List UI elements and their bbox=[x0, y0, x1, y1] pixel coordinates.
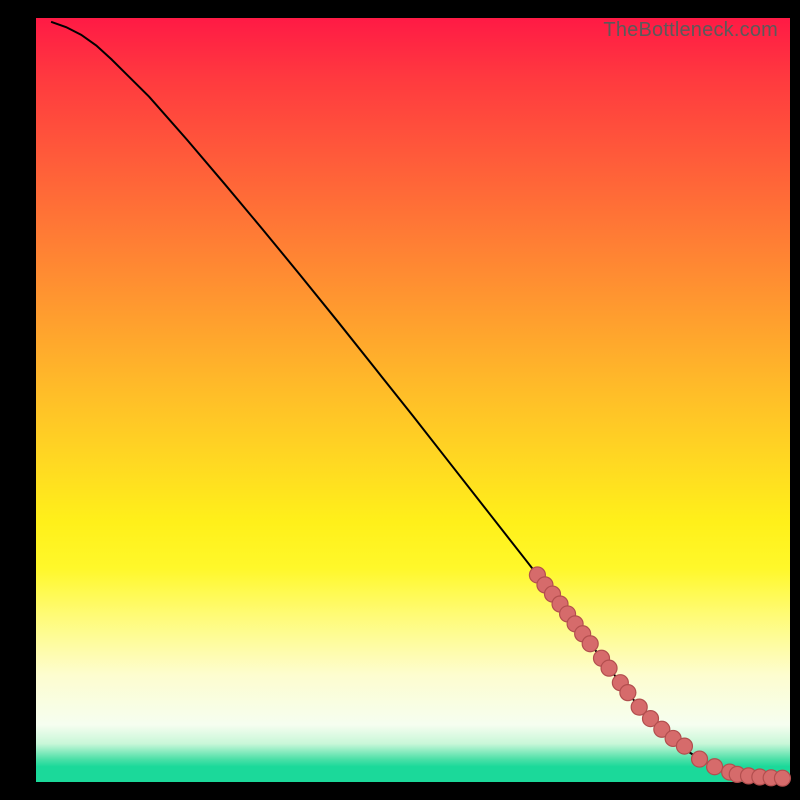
data-marker bbox=[601, 660, 617, 676]
data-marker bbox=[692, 751, 708, 767]
marker-group bbox=[529, 567, 790, 786]
plot-area: TheBottleneck.com bbox=[36, 18, 790, 782]
chart-overlay-svg bbox=[36, 18, 790, 782]
chart-frame: TheBottleneck.com bbox=[0, 0, 800, 800]
data-marker bbox=[620, 685, 636, 701]
data-marker bbox=[676, 738, 692, 754]
data-marker bbox=[774, 770, 790, 786]
data-marker bbox=[707, 759, 723, 775]
data-marker bbox=[582, 636, 598, 652]
bottleneck-curve bbox=[51, 22, 782, 778]
